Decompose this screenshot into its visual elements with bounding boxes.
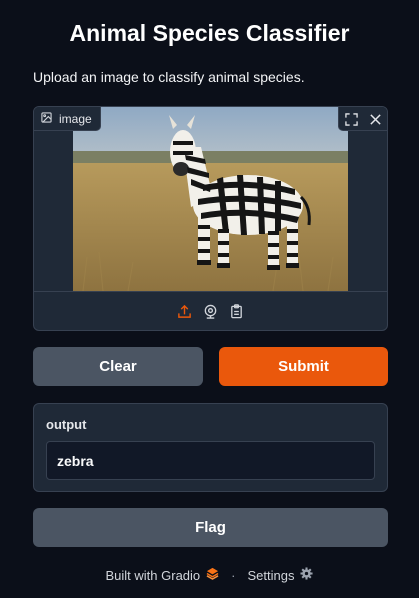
image-icon bbox=[41, 111, 52, 126]
page-description: Upload an image to classify animal speci… bbox=[33, 69, 305, 85]
fullscreen-icon[interactable] bbox=[339, 107, 363, 131]
zebra-photo bbox=[73, 107, 348, 291]
clipboard-icon[interactable] bbox=[229, 304, 245, 320]
settings-link[interactable]: Settings bbox=[248, 568, 295, 583]
flag-button[interactable]: Flag bbox=[33, 508, 388, 547]
upload-icon[interactable] bbox=[177, 304, 193, 320]
gradio-logo-icon bbox=[206, 567, 219, 583]
image-preview-area[interactable] bbox=[34, 107, 387, 291]
footer-separator: · bbox=[231, 567, 236, 583]
built-with-gradio-link[interactable]: Built with Gradio bbox=[106, 568, 201, 583]
image-source-bar bbox=[34, 291, 387, 330]
output-panel: output zebra bbox=[33, 403, 388, 492]
gear-icon[interactable] bbox=[300, 567, 314, 583]
submit-button[interactable]: Submit bbox=[219, 347, 388, 386]
output-textbox[interactable]: zebra bbox=[46, 441, 375, 480]
output-label: output bbox=[46, 417, 87, 432]
image-input-panel[interactable]: image bbox=[33, 106, 388, 331]
page-title: Animal Species Classifier bbox=[69, 20, 350, 46]
image-input-label: image bbox=[34, 107, 101, 131]
close-icon[interactable] bbox=[363, 107, 387, 131]
footer: Built with Gradio · Settings bbox=[0, 567, 419, 583]
clear-button[interactable]: Clear bbox=[33, 347, 203, 386]
webcam-icon[interactable] bbox=[203, 304, 219, 320]
image-corner-toolbar bbox=[338, 107, 387, 131]
image-input-label-text: image bbox=[59, 111, 92, 126]
